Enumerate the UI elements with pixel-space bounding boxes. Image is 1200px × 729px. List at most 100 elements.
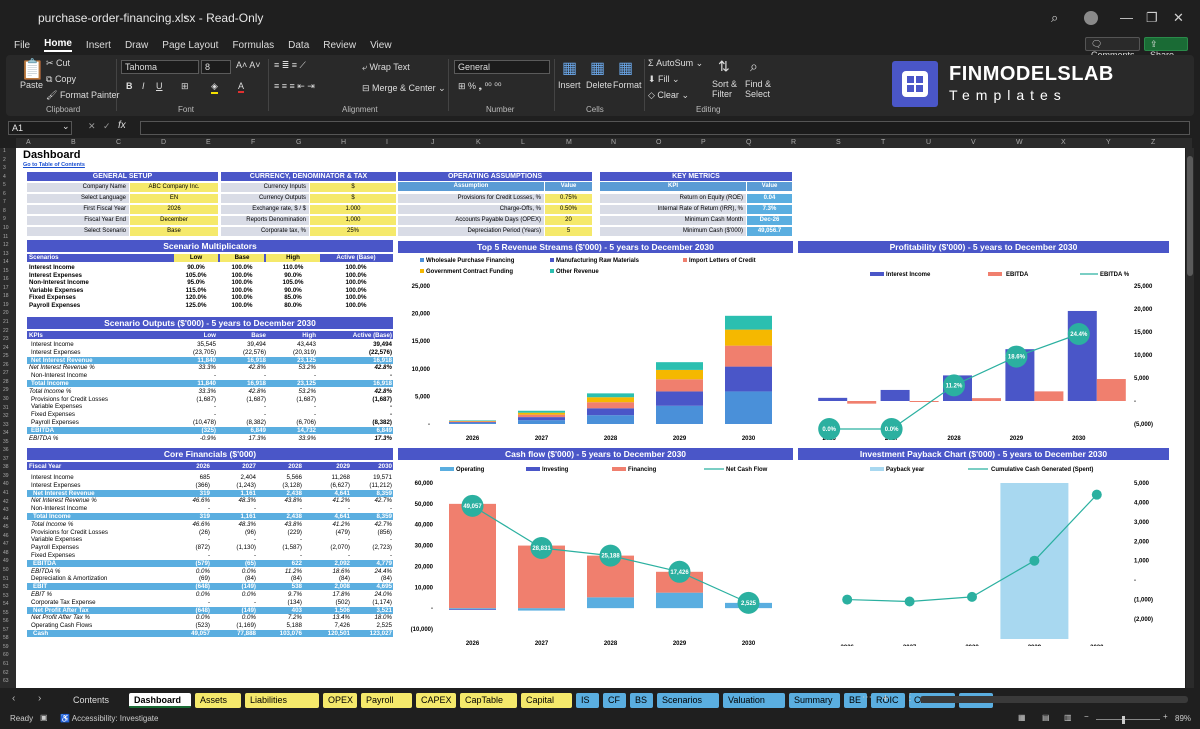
general-setup-value[interactable]: EN bbox=[130, 194, 218, 203]
row-header[interactable]: 13 bbox=[3, 251, 9, 257]
menu-item-formulas[interactable]: Formulas bbox=[232, 40, 274, 51]
row-header[interactable]: 41 bbox=[3, 490, 9, 496]
general-setup-value[interactable]: Base bbox=[130, 227, 218, 236]
fill-color-icon[interactable]: ◈ bbox=[211, 81, 218, 94]
tab-cf[interactable]: CF bbox=[603, 693, 626, 708]
column-header[interactable]: S bbox=[836, 139, 841, 146]
tab-opex[interactable]: OPEX bbox=[323, 693, 357, 708]
close-icon[interactable]: ✕ bbox=[1173, 10, 1184, 26]
row-header[interactable]: 18 bbox=[3, 293, 9, 299]
enter-icon[interactable]: ✓ bbox=[103, 121, 111, 132]
column-header[interactable]: K bbox=[476, 139, 481, 146]
tab-assets[interactable]: Assets bbox=[195, 693, 241, 708]
row-header[interactable]: 55 bbox=[3, 610, 9, 616]
row-header[interactable]: 54 bbox=[3, 601, 9, 607]
multiplier-cell[interactable]: 115.0% bbox=[174, 287, 218, 294]
autosum-button[interactable]: Σ AutoSum ⌄ bbox=[648, 58, 703, 69]
menu-item-insert[interactable]: Insert bbox=[86, 40, 111, 51]
tab-capital[interactable]: Capital bbox=[521, 693, 572, 708]
sort-filter-icon[interactable]: ⇅ bbox=[718, 58, 730, 75]
tab-valuation[interactable]: Valuation bbox=[723, 693, 785, 708]
insert-button[interactable]: Insert bbox=[558, 80, 581, 90]
column-header[interactable]: R bbox=[791, 139, 796, 146]
row-header[interactable]: 57 bbox=[3, 627, 9, 633]
row-header[interactable]: 52 bbox=[3, 584, 9, 590]
tab-is[interactable]: IS bbox=[576, 693, 599, 708]
row-header[interactable]: 34 bbox=[3, 430, 9, 436]
font-color-icon[interactable]: A bbox=[238, 81, 245, 93]
row-header[interactable]: 11 bbox=[3, 234, 8, 240]
tab-scenarios[interactable]: Scenarios bbox=[657, 693, 719, 708]
column-header[interactable]: U bbox=[926, 139, 931, 146]
column-header[interactable]: T bbox=[881, 139, 885, 146]
operating-value[interactable]: 0.75% bbox=[545, 194, 592, 203]
chevron-down-icon[interactable]: ⌄ bbox=[62, 121, 70, 132]
operating-value[interactable]: 20 bbox=[545, 216, 592, 225]
row-header[interactable]: 27 bbox=[3, 370, 9, 376]
borders-icon[interactable]: ⊞ bbox=[181, 81, 189, 92]
tab-contents[interactable]: Contents bbox=[68, 693, 125, 708]
row-header[interactable]: 5 bbox=[3, 182, 6, 188]
find-select-button[interactable]: Find & Select bbox=[745, 79, 779, 99]
tab-payroll[interactable]: Payroll bbox=[361, 693, 412, 708]
multiplier-cell[interactable]: 125.0% bbox=[174, 302, 218, 309]
row-header[interactable]: 20 bbox=[3, 310, 9, 316]
clear-button[interactable]: ◇ Clear ⌄ bbox=[648, 90, 689, 101]
cancel-icon[interactable]: ✕ bbox=[88, 121, 96, 132]
key-metric-value[interactable]: 0.04 bbox=[747, 194, 792, 203]
row-header[interactable]: 2 bbox=[3, 157, 6, 163]
row-header[interactable]: 36 bbox=[3, 447, 9, 453]
row-header[interactable]: 6 bbox=[3, 191, 6, 197]
column-header[interactable]: D bbox=[161, 139, 166, 146]
row-header[interactable]: 9 bbox=[3, 216, 6, 222]
operating-value[interactable]: 0.50% bbox=[545, 205, 592, 214]
row-header[interactable]: 49 bbox=[3, 558, 9, 564]
find-select-icon[interactable]: ⌕ bbox=[750, 58, 758, 75]
accessibility-status[interactable]: ♿ Accessibility: Investigate bbox=[60, 714, 158, 723]
multiplier-cell[interactable]: 100.0% bbox=[220, 302, 264, 309]
fx-label[interactable]: fx bbox=[118, 120, 126, 131]
column-header[interactable]: F bbox=[251, 139, 255, 146]
tab-summary[interactable]: Summary bbox=[789, 693, 840, 708]
multiplier-cell[interactable]: 90.0% bbox=[266, 287, 320, 294]
multiplier-cell[interactable]: 85.0% bbox=[266, 294, 320, 301]
normal-view-icon[interactable]: ▦ bbox=[1018, 713, 1026, 722]
row-header[interactable]: 3 bbox=[3, 165, 6, 171]
currency-value[interactable]: $ bbox=[310, 183, 396, 192]
key-metric-value[interactable]: Dec-26 bbox=[747, 216, 792, 225]
column-header[interactable]: H bbox=[341, 139, 346, 146]
tab-dashboard[interactable]: Dashboard bbox=[129, 693, 191, 708]
row-header[interactable]: 23 bbox=[3, 336, 9, 342]
menu-item-view[interactable]: View bbox=[370, 40, 392, 51]
vertical-scrollbar[interactable] bbox=[1186, 148, 1194, 688]
row-header[interactable]: 39 bbox=[3, 473, 9, 479]
column-header[interactable]: N bbox=[611, 139, 616, 146]
format-cells-icon[interactable]: ▦ bbox=[618, 58, 633, 78]
multiplier-cell[interactable]: 100.0% bbox=[220, 272, 264, 279]
column-header[interactable]: I bbox=[386, 139, 388, 146]
multiplier-cell[interactable]: 100.0% bbox=[220, 279, 264, 286]
font-name-select[interactable]: Tahoma bbox=[121, 60, 199, 74]
row-header[interactable]: 19 bbox=[3, 302, 9, 308]
currency-value[interactable]: 1.000 bbox=[310, 205, 396, 214]
multiplier-cell[interactable]: 100.0% bbox=[220, 294, 264, 301]
paste-button[interactable]: Paste bbox=[20, 80, 43, 90]
row-header[interactable]: 22 bbox=[3, 328, 9, 334]
font-grow-button[interactable]: A˄ A˅ bbox=[236, 60, 261, 70]
key-metric-value[interactable]: 7.3% bbox=[747, 205, 792, 214]
column-header[interactable]: W bbox=[1016, 139, 1023, 146]
column-header[interactable]: X bbox=[1061, 139, 1066, 146]
restore-icon[interactable]: ❐ bbox=[1146, 10, 1158, 26]
tab-capex[interactable]: CAPEX bbox=[416, 693, 456, 708]
column-header[interactable]: E bbox=[206, 139, 211, 146]
font-size-select[interactable]: 8 bbox=[201, 60, 231, 74]
row-header[interactable]: 30 bbox=[3, 396, 9, 402]
row-header[interactable]: 58 bbox=[3, 635, 9, 641]
formula-input[interactable] bbox=[140, 121, 1190, 135]
row-header[interactable]: 37 bbox=[3, 456, 9, 462]
chevron-down-icon[interactable]: ⌄ bbox=[182, 10, 190, 21]
row-header[interactable]: 25 bbox=[3, 353, 9, 359]
align-left-icon[interactable]: ≡ ≡ ≡ ⇤ ⇥ bbox=[274, 81, 315, 92]
row-header[interactable]: 56 bbox=[3, 618, 9, 624]
number-format-select[interactable]: General bbox=[454, 60, 550, 74]
